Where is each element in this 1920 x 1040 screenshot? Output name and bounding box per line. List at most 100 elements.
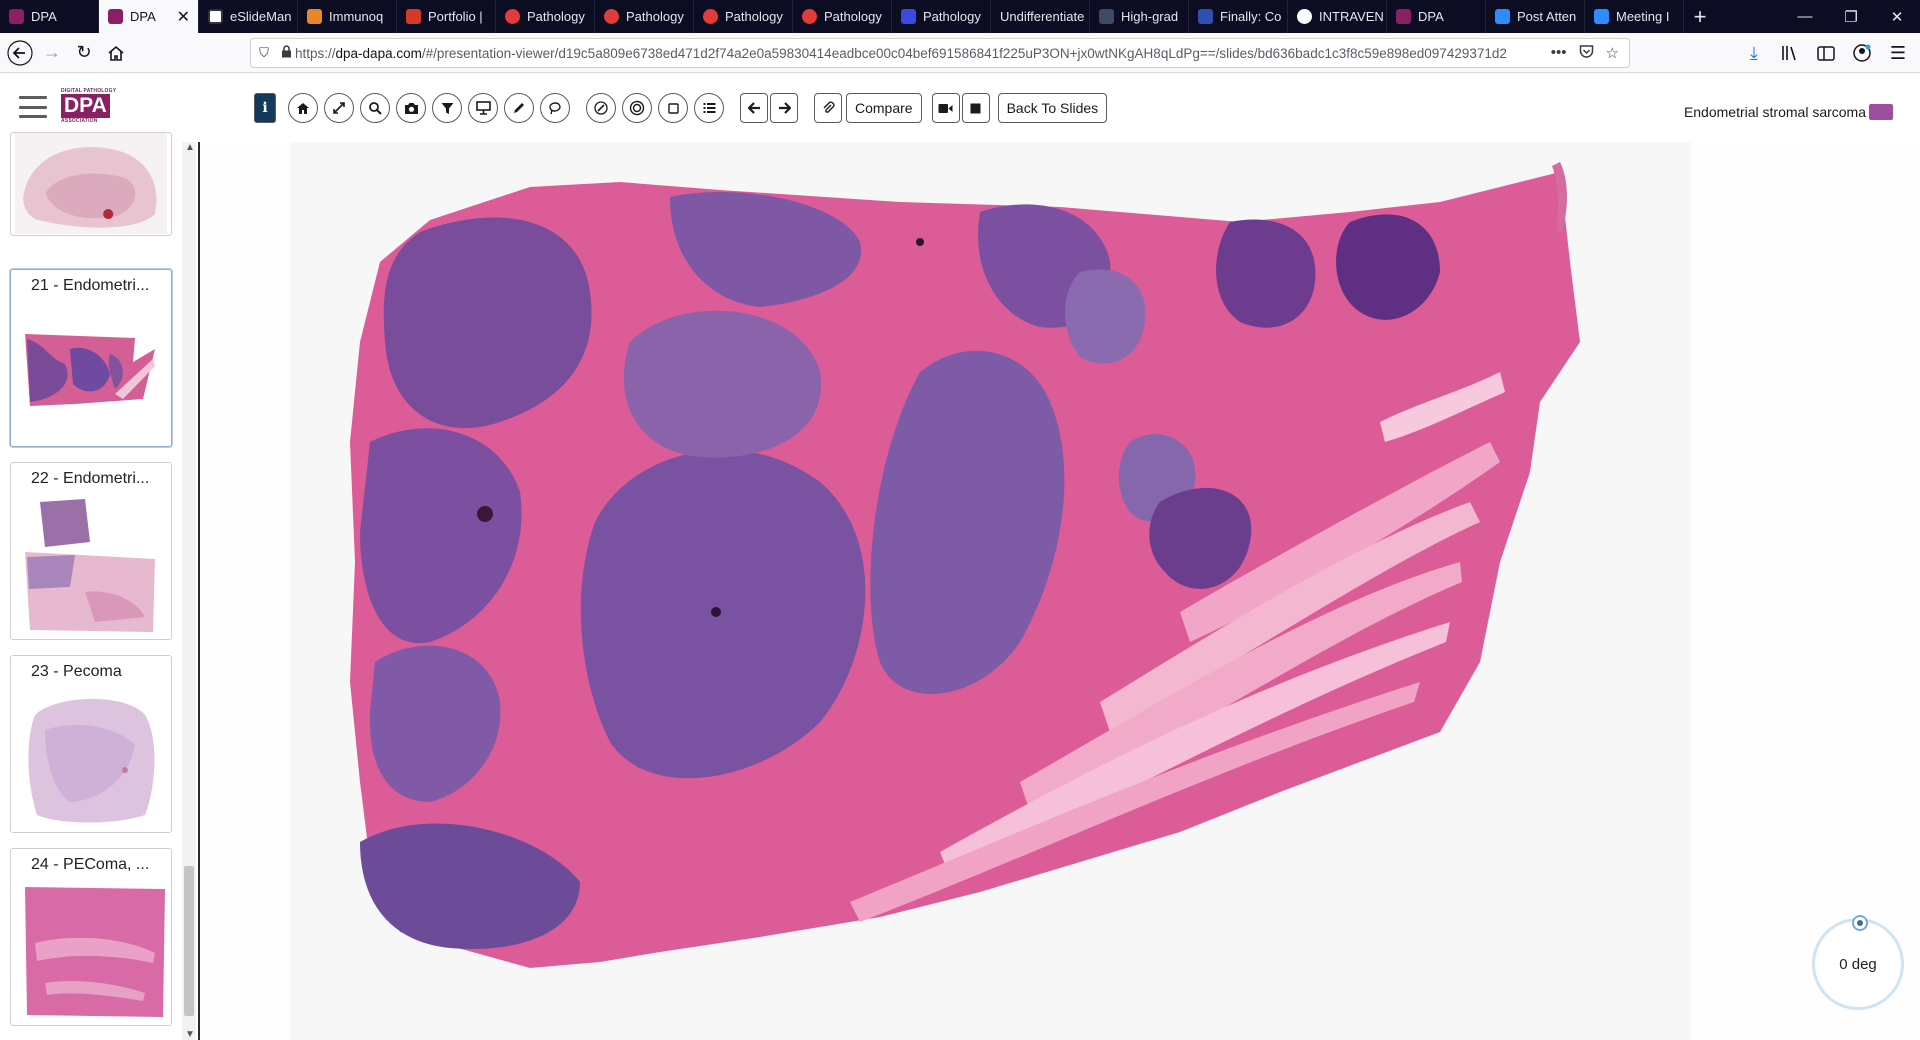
downloads-icon[interactable]: ⤓ [1738, 37, 1770, 69]
browser-tab-active[interactable]: DPA ✕ [99, 0, 199, 33]
browser-tab[interactable]: High-grad [1090, 0, 1189, 33]
browser-tab[interactable]: Post Atten [1486, 0, 1585, 33]
slide-thumbnail-image [15, 497, 167, 635]
minimize-window-icon[interactable]: — [1782, 0, 1828, 33]
close-tab-icon[interactable]: ✕ [177, 7, 190, 27]
restore-window-icon[interactable]: ❐ [1828, 0, 1874, 33]
browser-tab[interactable]: Pathology [793, 0, 892, 33]
tab-label: eSlideMan [230, 9, 292, 24]
slide-thumbnail-title: 22 - Endometri... [31, 470, 150, 487]
pocket-icon[interactable] [1579, 44, 1594, 63]
pen-circle-icon [594, 101, 608, 115]
scrollbar-thumb[interactable] [184, 866, 194, 1016]
logo-sub-text: ASSOCIATION [61, 118, 98, 124]
tab-label: Pathology [824, 9, 882, 24]
address-bar[interactable]: ⛉ https://dpa-dapa.com/#/presentation-vi… [250, 38, 1630, 68]
zoom-button[interactable] [360, 93, 390, 123]
zoom-favicon-icon [1594, 9, 1609, 24]
browser-tab[interactable]: Meeting I [1585, 0, 1684, 33]
arrow-left-icon [747, 102, 760, 114]
scroll-down-icon[interactable]: ▼ [185, 1029, 195, 1040]
dpa-logo[interactable]: DIGITAL PATHOLOGY DPA ASSOCIATION [61, 88, 117, 130]
square-icon [667, 102, 679, 114]
annotate-button[interactable] [504, 93, 534, 123]
info-button[interactable]: i [254, 93, 276, 123]
slide-thumbnail[interactable] [10, 132, 172, 236]
rotation-control[interactable]: 0 deg [1812, 915, 1904, 1010]
draw-measure-button[interactable] [586, 93, 616, 123]
slide-viewer[interactable]: 0 deg [198, 142, 1920, 1040]
browser-tab[interactable]: Undifferentiate [991, 0, 1090, 33]
eslide-favicon-icon [208, 9, 223, 24]
rotate-button[interactable] [622, 93, 652, 123]
fullscreen-button[interactable] [324, 93, 354, 123]
browser-tab[interactable]: Portfolio | [397, 0, 496, 33]
app-menu-icon[interactable]: ☰ [1882, 37, 1914, 69]
browser-tab[interactable]: DPA [1387, 0, 1486, 33]
tab-label: Pathology [626, 9, 684, 24]
close-window-icon[interactable]: ✕ [1874, 0, 1920, 33]
menu-icon[interactable] [19, 96, 47, 118]
presentation-icon [475, 101, 491, 115]
video-camera-icon [938, 103, 953, 113]
lock-icon[interactable] [277, 45, 295, 61]
viewer-toolbar: i Compare Back To Slides [254, 91, 1117, 125]
pathology-favicon-icon [802, 9, 817, 24]
pencil-icon [514, 103, 524, 113]
browser-tab[interactable]: Pathology [892, 0, 991, 33]
browser-tab-strip: DPA DPA ✕ eSlideMan Immunoq Portfolio | P… [0, 0, 1920, 33]
rotation-handle[interactable] [1852, 915, 1868, 931]
page-actions-icon[interactable]: ••• [1551, 44, 1567, 63]
browser-tab[interactable]: Pathology [595, 0, 694, 33]
bookmark-star-icon[interactable]: ☆ [1606, 44, 1619, 63]
attachment-button[interactable] [814, 93, 842, 123]
slide-thumbnail-active[interactable]: 21 - Endometri... [10, 269, 172, 447]
camera-icon [404, 102, 418, 114]
browser-tab[interactable]: INTRAVEN [1288, 0, 1387, 33]
pathology-favicon-icon [505, 9, 520, 24]
tracking-shield-icon[interactable]: ⛉ [251, 45, 277, 61]
reload-button[interactable]: ↻ [68, 37, 100, 69]
forward-button[interactable]: → [36, 37, 68, 69]
slide-thumbnail[interactable]: 23 - Pecoma [10, 655, 172, 833]
rectangle-tool-button[interactable] [658, 93, 688, 123]
home-view-button[interactable] [288, 93, 318, 123]
filter-button[interactable] [432, 93, 462, 123]
tab-label: Post Atten [1517, 9, 1577, 24]
slide-thumbnail[interactable]: 22 - Endometri... [10, 462, 172, 640]
record-video-button[interactable] [931, 93, 960, 123]
new-tab-button[interactable]: + [1684, 0, 1716, 33]
back-to-slides-button[interactable]: Back To Slides [997, 93, 1108, 123]
slide-thumbnail[interactable]: 24 - PEComa, ... [10, 848, 172, 1026]
library-icon[interactable] [1774, 37, 1806, 69]
sidebar-scrollbar[interactable]: ▲ ▼ [182, 142, 196, 1040]
browser-tab[interactable]: Immunoq [298, 0, 397, 33]
tissue-slide-image [200, 142, 1920, 1040]
browser-tab[interactable]: eSlideMan [199, 0, 298, 33]
present-button[interactable] [468, 93, 498, 123]
snapshot-button[interactable] [396, 93, 426, 123]
dpa-favicon-icon [9, 9, 24, 24]
freehand-button[interactable] [540, 93, 570, 123]
home-icon [108, 45, 124, 61]
tab-label: Portfolio | [428, 9, 483, 24]
compare-button[interactable]: Compare [846, 93, 922, 123]
document-favicon-icon [1099, 9, 1114, 24]
back-button[interactable] [4, 37, 36, 69]
browser-tab[interactable]: Finally: Co [1189, 0, 1288, 33]
browser-tab[interactable]: DPA [0, 0, 99, 33]
annotation-list-button[interactable] [694, 93, 724, 123]
home-button[interactable] [100, 37, 132, 69]
scroll-up-icon[interactable]: ▲ [185, 142, 195, 153]
browser-tab[interactable]: Pathology [694, 0, 793, 33]
rotation-value: 0 deg [1839, 955, 1877, 973]
sidebar-toggle-icon[interactable] [1810, 37, 1842, 69]
google-favicon-icon [1297, 9, 1312, 24]
paperclip-icon [823, 101, 834, 113]
browser-tab[interactable]: Pathology [496, 0, 595, 33]
portfolio-favicon-icon [406, 9, 421, 24]
next-slide-button[interactable] [770, 93, 798, 123]
previous-slide-button[interactable] [740, 93, 768, 123]
stop-button[interactable] [961, 93, 990, 123]
account-icon[interactable] [1846, 37, 1878, 69]
